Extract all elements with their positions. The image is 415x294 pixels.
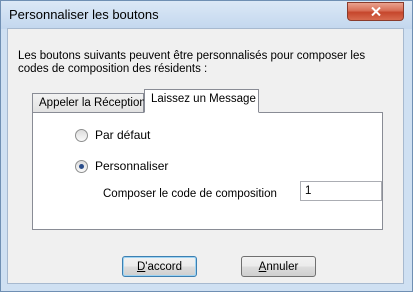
tab-appeler-reception[interactable]: Appeler la Réception xyxy=(32,93,146,112)
close-button[interactable] xyxy=(347,2,404,21)
radio-par-defaut[interactable]: Par défaut xyxy=(75,128,150,142)
radio-personnaliser[interactable]: Personnaliser xyxy=(75,159,168,173)
close-icon xyxy=(370,7,381,16)
cancel-button[interactable]: Annuler xyxy=(241,256,316,277)
radio-checked-icon xyxy=(75,159,88,173)
code-label: Composer le code de composition xyxy=(103,188,277,200)
tab-laissez-message[interactable]: Laissez un Message xyxy=(144,89,259,113)
ok-button[interactable]: D'accord xyxy=(122,256,197,277)
radio-par-defaut-label: Par défaut xyxy=(95,128,151,142)
code-input[interactable] xyxy=(300,181,382,201)
radio-personnaliser-label: Personnaliser xyxy=(95,159,169,173)
radio-unchecked-icon xyxy=(75,128,88,142)
description-text: Les boutons suivants peuvent être person… xyxy=(18,50,366,75)
window-title: Personnaliser les boutons xyxy=(9,7,159,22)
title-bar[interactable]: Personnaliser les boutons xyxy=(1,1,412,29)
